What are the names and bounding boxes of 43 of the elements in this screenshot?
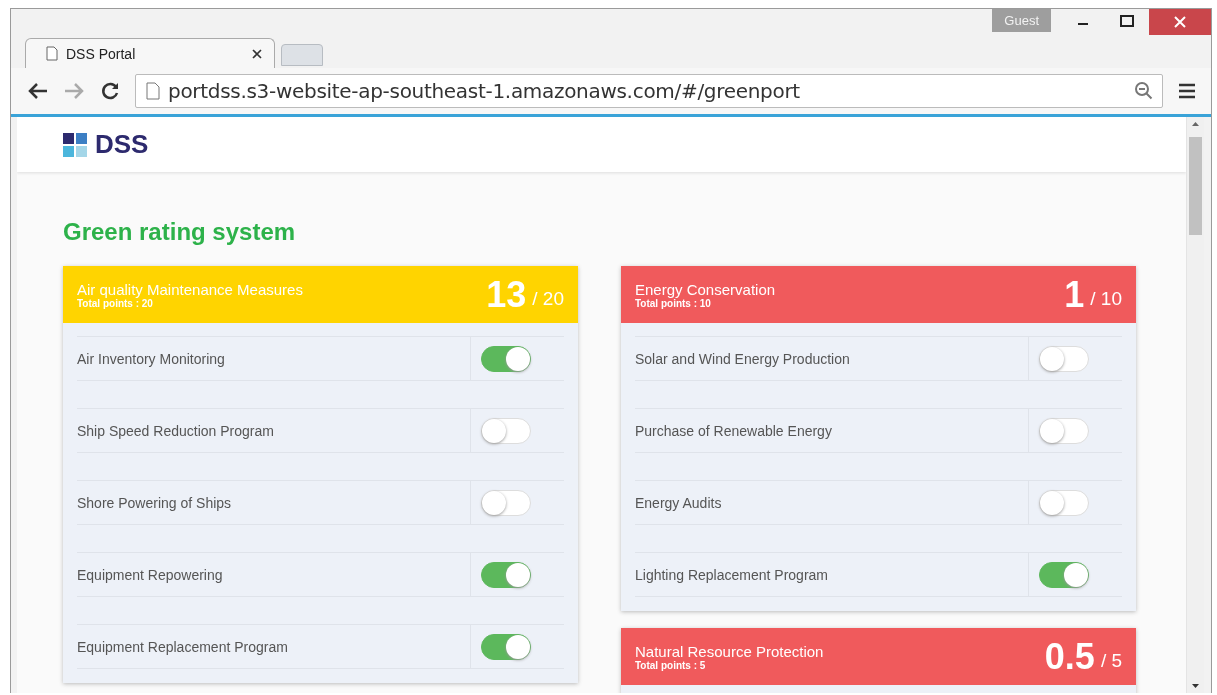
measure-label: Purchase of Renewable Energy [635, 422, 833, 439]
total-points: Total points : 20 [77, 297, 154, 309]
page-icon [146, 82, 160, 100]
new-tab-button[interactable] [281, 44, 323, 66]
close-icon[interactable] [252, 48, 262, 59]
measure-label: Lighting Replacement Program [635, 566, 829, 583]
measure-label: Air Inventory Monitoring [77, 350, 226, 367]
card-title: Air quality Maintenance Measures [77, 280, 304, 298]
score: 13 [486, 273, 527, 316]
toggle-switch[interactable] [481, 633, 531, 660]
max-score: / 20 [532, 287, 564, 310]
measure-label: Energy Audits [635, 494, 723, 511]
forward-icon[interactable] [63, 81, 85, 101]
scrollbar[interactable] [1186, 117, 1204, 693]
measure-label: Ship Speed Reduction Program [77, 422, 275, 439]
score: 0.5 [1044, 635, 1095, 678]
max-score: / 5 [1100, 649, 1122, 672]
measure-label: Equipment Repowering [77, 566, 224, 583]
scroll-thumb[interactable] [1189, 137, 1202, 235]
measure-label: Shore Powering of Ships [77, 494, 233, 511]
logo-text: DSS [95, 129, 149, 160]
toggle-switch[interactable] [1039, 561, 1089, 588]
url-text: portdss.s3-website-ap-southeast-1.amazonaws.com/#/greenport [168, 79, 801, 103]
total-points: Total points : 10 [635, 297, 712, 309]
tab-title: DSS Portal [66, 45, 137, 62]
toggle-switch[interactable] [481, 561, 531, 588]
card-title: Natural Resource Protection [635, 642, 825, 660]
measure-label: Solar and Wind Energy Production [635, 350, 851, 367]
page-title: Green rating system [63, 218, 297, 246]
max-score: / 10 [1090, 287, 1122, 310]
menu-icon[interactable] [1177, 82, 1197, 100]
reload-icon[interactable] [99, 81, 121, 101]
measure-label: Equipment Replacement Program [77, 638, 289, 655]
address-bar[interactable]: portdss.s3-website-ap-southeast-1.amazonaws.com/#/greenport [135, 74, 1163, 108]
score: 1 [1064, 273, 1085, 316]
document-icon [46, 46, 58, 61]
logo-icon [63, 132, 87, 157]
card-title: Energy Conservation [635, 280, 777, 298]
search-icon[interactable] [1134, 81, 1154, 101]
back-icon[interactable] [27, 81, 49, 101]
total-points: Total points : 5 [635, 659, 707, 671]
browser-tab[interactable]: DSS Portal [25, 38, 275, 68]
toggle-switch[interactable] [481, 345, 531, 372]
